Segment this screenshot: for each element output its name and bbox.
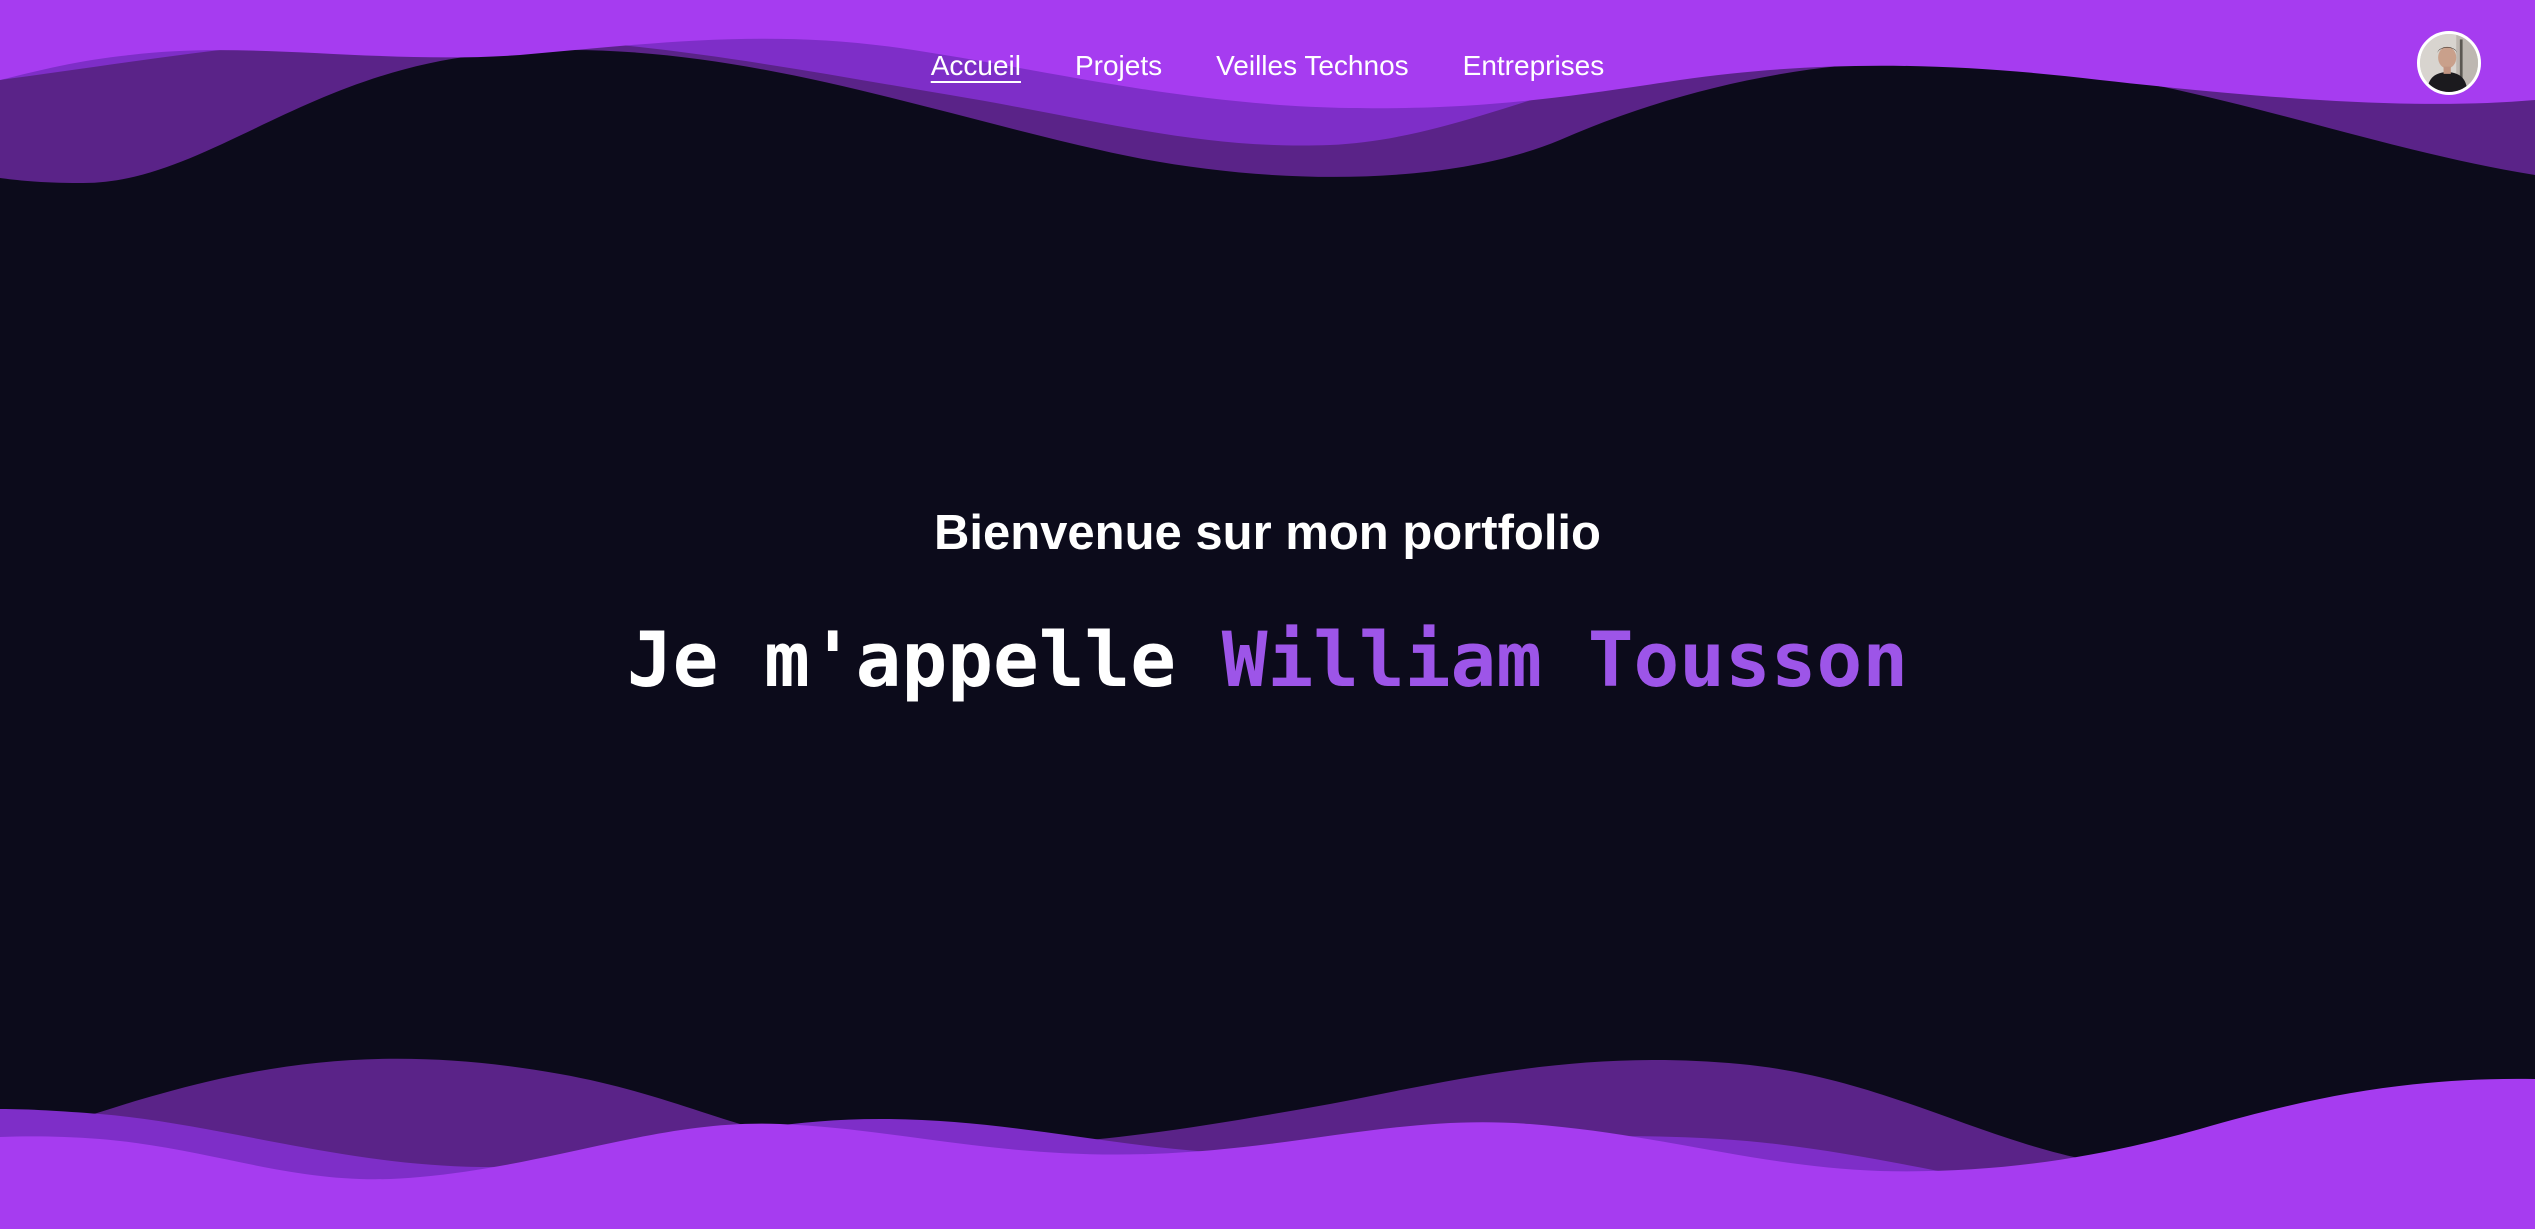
hero-name: William Tousson bbox=[1221, 615, 1909, 704]
main-nav: Accueil Projets Veilles Technos Entrepri… bbox=[0, 46, 2535, 86]
nav-link-veilles-technos[interactable]: Veilles Technos bbox=[1216, 46, 1409, 86]
nav-link-projets[interactable]: Projets bbox=[1075, 46, 1162, 86]
hero-intro-text: Je m'appelle bbox=[626, 615, 1222, 704]
nav-link-accueil[interactable]: Accueil bbox=[931, 46, 1021, 86]
hero-title: Je m'appelle William Tousson bbox=[0, 615, 2535, 704]
bottom-wave-decoration bbox=[0, 1058, 2535, 1229]
profile-avatar[interactable] bbox=[2417, 31, 2481, 95]
nav-link-entreprises[interactable]: Entreprises bbox=[1463, 46, 1605, 86]
top-wave-decoration bbox=[0, 0, 2535, 184]
hero-subtitle: Bienvenue sur mon portfolio bbox=[934, 506, 1601, 560]
profile-photo-icon bbox=[2420, 34, 2478, 92]
page: Accueil Projets Veilles Technos Entrepri… bbox=[0, 0, 2535, 1229]
